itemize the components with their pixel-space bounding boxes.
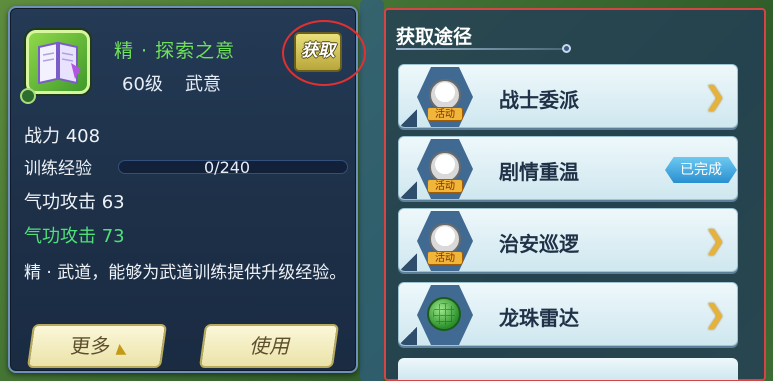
row-corner (399, 181, 417, 199)
power-label: 战力 (24, 126, 60, 147)
source-label: 剧情重温 (499, 160, 579, 184)
qigong-attack-next-label: 气功攻击 (24, 226, 96, 247)
item-icon (26, 30, 90, 94)
source-label: 战士委派 (499, 88, 579, 112)
use-button[interactable]: 使用 (198, 324, 340, 368)
chevron-up-icon: ▲ (113, 341, 127, 357)
more-button-label: 更多 (66, 334, 111, 358)
qigong-attack-label: 气功攻击 (24, 192, 96, 213)
use-button-label: 使用 (249, 334, 289, 358)
source-row-story-replay[interactable]: 活动 剧情重温 已完成 (398, 136, 738, 200)
exp-label: 训练经验 (24, 159, 92, 179)
source-label: 治安巡逻 (499, 232, 579, 256)
get-button[interactable]: 获取 (294, 32, 342, 72)
row-corner (399, 327, 417, 345)
item-type: 武意 (185, 74, 221, 95)
source-row-security-patrol[interactable]: 活动 治安巡逻 ❯ (398, 208, 738, 272)
bind-status-icon (20, 88, 36, 104)
dragon-radar-icon (427, 297, 461, 331)
double-chevron-right-icon: ❯ (704, 226, 726, 256)
double-chevron-right-icon: ❯ (704, 82, 726, 112)
qigong-attack-next-value: 73 (101, 226, 125, 247)
qigong-attack-value: 63 (101, 192, 125, 213)
title-underline (396, 48, 568, 50)
source-row-warrior-dispatch[interactable]: 活动 战士委派 ❯ (398, 64, 738, 128)
double-chevron-right-icon: ❯ (704, 300, 726, 330)
qigong-attack-next-stat: 气功攻击 73 (24, 222, 125, 248)
acquisition-title: 获取途径 (396, 26, 473, 48)
more-button[interactable]: 更多 ▲ (26, 324, 168, 368)
item-detail-panel: 精 · 探索之意 60级 武意 获取 战力 408 训练经验 0/240 气功攻… (8, 6, 366, 373)
event-tag: 活动 (427, 107, 463, 121)
acquisition-panel: 获取途径 活动 战士委派 ❯ 活动 剧情重温 已完成 活动 治安巡逻 ❯ 龙珠雷… (384, 8, 766, 381)
book-icon (38, 41, 81, 85)
power-stat: 战力 408 (24, 122, 100, 148)
item-name: 精 · 探索之意 (114, 40, 236, 62)
exp-value: 0/240 (204, 158, 251, 177)
completed-badge: 已完成 (665, 157, 737, 183)
event-tag: 活动 (427, 179, 463, 193)
qigong-attack-stat: 气功攻击 63 (24, 188, 125, 214)
source-label: 龙珠雷达 (499, 306, 579, 330)
power-value: 408 (65, 126, 101, 147)
source-row-dragon-radar[interactable]: 龙珠雷达 ❯ (398, 282, 738, 346)
row-corner (399, 253, 417, 271)
event-tag: 活动 (427, 251, 463, 265)
row-corner (399, 109, 417, 127)
item-level: 60级 (122, 74, 163, 95)
title-underline-dot (562, 44, 571, 53)
item-description: 精 · 武道，能够为武道训练提供升级经验。 (24, 263, 347, 283)
next-source-row-peek[interactable] (398, 358, 738, 380)
